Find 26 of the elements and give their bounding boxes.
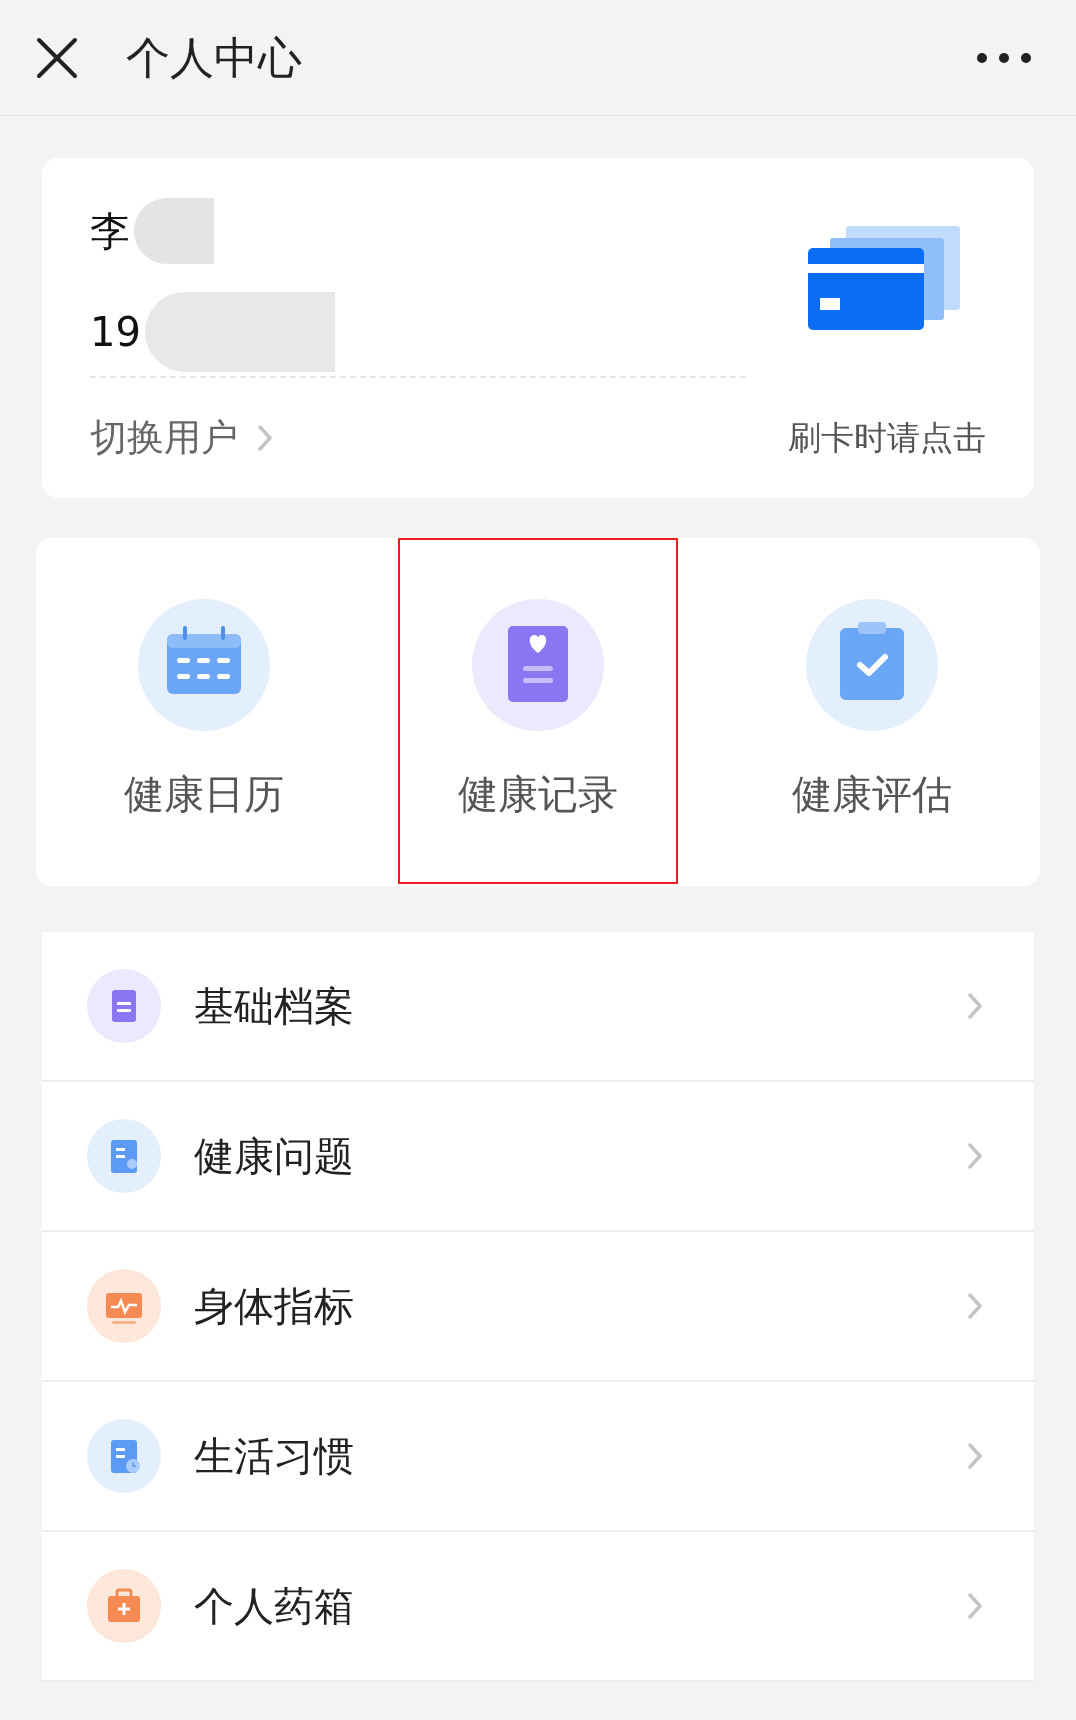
chevron-right-icon	[968, 1443, 982, 1469]
shortcut-tile[interactable]: 健康记录	[398, 538, 678, 884]
bank-card-icon[interactable]	[808, 226, 960, 330]
chevron-right-icon	[968, 993, 982, 1019]
chevron-right-icon	[968, 1143, 982, 1169]
shortcut-tile[interactable]: 健康评估	[732, 538, 1012, 884]
clipboard-check-icon	[805, 598, 939, 732]
chevron-right-icon	[968, 1293, 982, 1319]
monitor-pulse-icon	[86, 1268, 162, 1344]
phone-number: 19	[90, 308, 141, 357]
document-clock-icon	[86, 1418, 162, 1494]
document-icon	[86, 968, 162, 1044]
more-icon[interactable]	[976, 51, 1032, 64]
chevron-right-icon	[258, 425, 272, 451]
page-title: 个人中心	[126, 30, 302, 85]
document-person-icon	[86, 1118, 162, 1194]
calendar-icon	[137, 598, 271, 732]
close-icon[interactable]	[36, 36, 78, 79]
user-name: 李	[90, 207, 130, 256]
chevron-right-icon	[968, 1593, 982, 1619]
shortcut-tile[interactable]: 健康日历	[64, 538, 344, 884]
heart-document-icon	[471, 598, 605, 732]
medicine-box-icon	[86, 1568, 162, 1644]
tap-card-hint[interactable]: 刷卡时请点击	[788, 413, 986, 463]
switch-user-link[interactable]: 切换用户	[90, 410, 272, 466]
menu-row[interactable]: 基础档案	[42, 932, 1034, 1082]
